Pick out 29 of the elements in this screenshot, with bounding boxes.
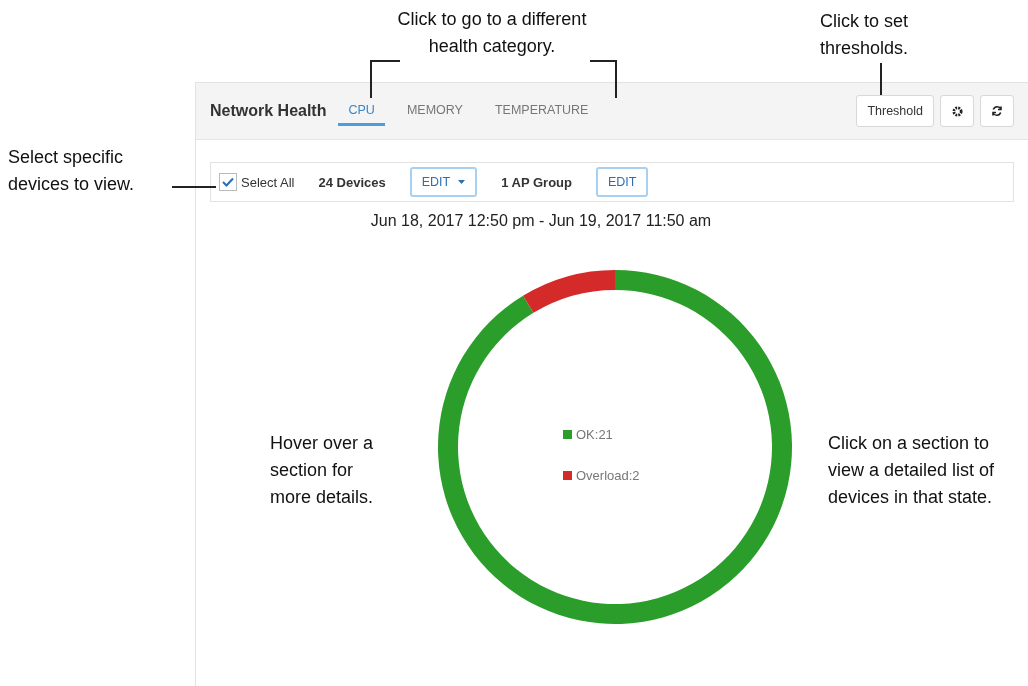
refresh-icon bbox=[991, 105, 1003, 117]
select-all-label: Select All bbox=[241, 174, 295, 190]
date-range: Jun 18, 2017 12:50 pm - Jun 19, 2017 11:50 am bbox=[369, 212, 713, 230]
callout-text: Select specific devices to view. bbox=[8, 146, 136, 196]
select-all-checkbox[interactable] bbox=[219, 173, 237, 191]
caret-icon bbox=[458, 180, 466, 184]
panel-title: Network Health bbox=[210, 102, 327, 120]
edit-group-button[interactable]: EDIT bbox=[596, 167, 649, 197]
callout-text: Click on a section to view a detailed list of devices in that state. bbox=[828, 432, 996, 509]
callout-text: Click to set thresholds. bbox=[820, 10, 910, 60]
settings-icon bbox=[951, 105, 963, 117]
category-tab[interactable]: CPU bbox=[338, 96, 385, 126]
donut-slice[interactable] bbox=[438, 270, 792, 624]
category-tab[interactable]: MEMORY bbox=[396, 96, 473, 126]
callout-text: Hover over a section for more details. bbox=[270, 432, 375, 509]
device-count: 24 Devices bbox=[318, 174, 386, 190]
donut-slice[interactable] bbox=[523, 270, 615, 313]
settings-button[interactable] bbox=[940, 95, 974, 127]
leader-line bbox=[172, 186, 216, 188]
legend-label: OK:21 bbox=[576, 427, 613, 442]
checkmark-icon bbox=[222, 177, 234, 187]
edit-devices-button[interactable]: EDIT bbox=[409, 167, 478, 197]
threshold-button[interactable]: Threshold bbox=[856, 95, 934, 127]
callout-text: Click to go to a different health category. bbox=[396, 8, 588, 58]
refresh-button[interactable] bbox=[980, 95, 1014, 127]
legend-label: Overload:2 bbox=[576, 468, 640, 483]
leader-line bbox=[880, 63, 882, 95]
category-tab[interactable]: TEMPERATURE bbox=[484, 96, 599, 126]
ap-group-count: 1 AP Group bbox=[501, 174, 572, 190]
